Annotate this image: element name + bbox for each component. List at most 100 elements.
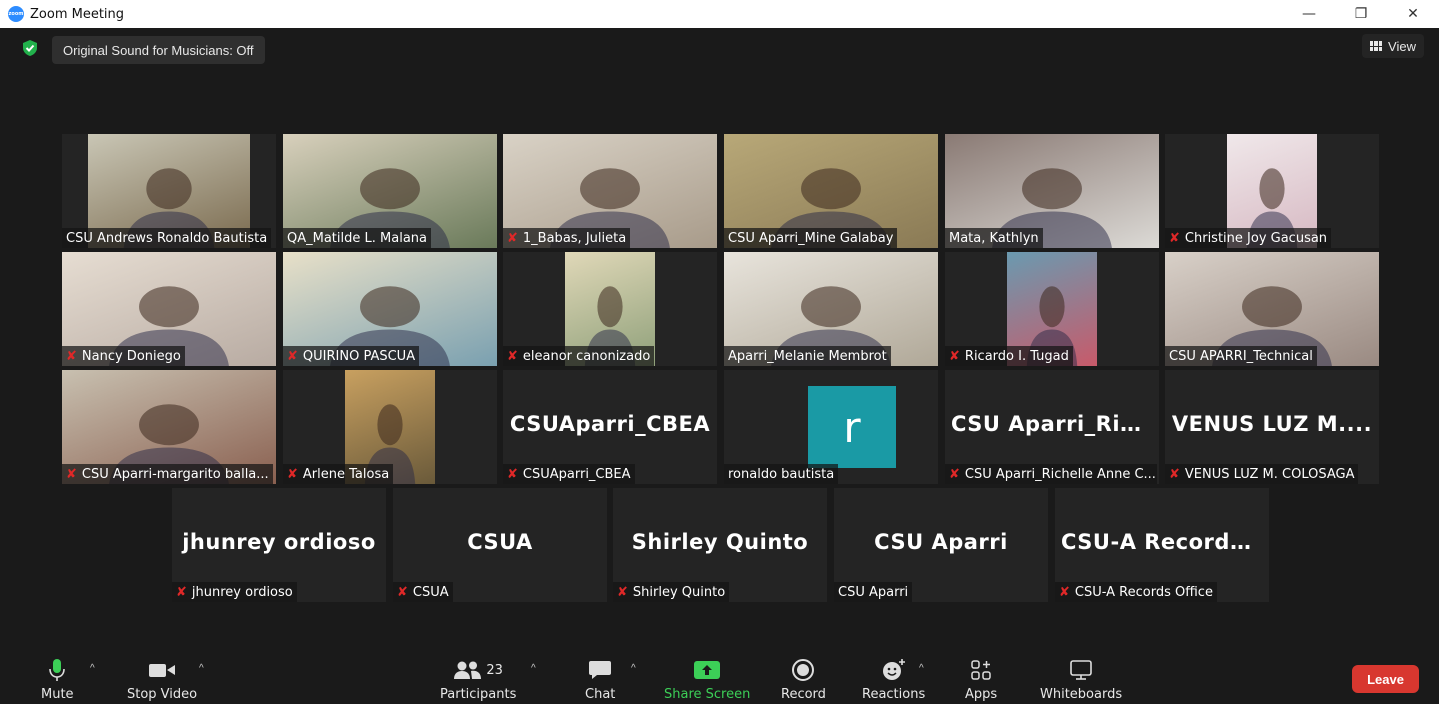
reactions-button[interactable]: Reactions: [862, 657, 925, 702]
video-options-caret-icon[interactable]: ^: [199, 663, 204, 674]
participant-name: Nancy Doniego: [81, 348, 181, 364]
participant-name: Shirley Quinto: [632, 584, 726, 600]
whiteboards-button[interactable]: Whiteboards: [1040, 657, 1122, 702]
meeting-area: Original Sound for Musicians: Off View C…: [7, 28, 1432, 704]
participant-name-tag: ronaldo bautista: [724, 464, 839, 484]
chat-button[interactable]: Chat: [585, 657, 615, 702]
muted-microphone-icon: ✘: [287, 466, 298, 482]
participant-tile[interactable]: CSU Andrews Ronaldo Bautista: [62, 134, 276, 248]
participant-tile[interactable]: CSU APARRI_Technical: [1165, 252, 1379, 366]
participant-name: CSU Aparri: [838, 584, 909, 600]
participant-tile[interactable]: jhunrey ordioso ✘ jhunrey ordioso: [172, 488, 386, 602]
close-icon[interactable]: ✕: [1387, 0, 1439, 28]
participant-name: Mata, Kathlyn: [949, 230, 1039, 246]
participant-name-tag: ✘ 1_Babas, Julieta: [503, 228, 631, 248]
participant-name-tag: ✘ Nancy Doniego: [62, 346, 185, 366]
participant-name-tag: CSU Aparri: [834, 582, 913, 602]
muted-microphone-icon: ✘: [1169, 466, 1180, 482]
participant-name-tag: ✘ CSU Aparri_Richelle Anne C...: [945, 464, 1157, 484]
restore-icon[interactable]: ❐: [1335, 0, 1387, 28]
chat-caret-icon[interactable]: ^: [631, 663, 636, 674]
participant-name-tag: ✘ eleanor canonizado: [503, 346, 655, 366]
participants-icon: 23: [453, 657, 503, 683]
view-button[interactable]: View: [1362, 34, 1424, 58]
participant-tile[interactable]: ✘ CSU Aparri-margarito balla...: [62, 370, 276, 484]
participant-tile[interactable]: ✘ 1_Babas, Julieta: [503, 134, 717, 248]
participant-name: 1_Babas, Julieta: [522, 230, 627, 246]
participant-name-tag: CSU Aparri_Mine Galabay: [724, 228, 898, 248]
participant-tile[interactable]: CSU Aparri CSU Aparri: [834, 488, 1048, 602]
participant-name-tag: ✘ CSUA: [393, 582, 453, 602]
participant-name: CSU Aparri-margarito balla...: [81, 466, 269, 482]
window-title: Zoom Meeting: [30, 6, 125, 22]
participant-name: CSUA: [412, 584, 449, 600]
avatar: r: [808, 386, 896, 468]
record-button[interactable]: Record: [781, 657, 826, 702]
participant-tile[interactable]: CSU Aparri_Mine Galabay: [724, 134, 938, 248]
original-sound-button[interactable]: Original Sound for Musicians: Off: [52, 36, 265, 64]
participant-name: CSUAparri_CBEA: [522, 466, 631, 482]
smiley-plus-icon: [881, 657, 907, 683]
participant-tile[interactable]: ✘ Christine Joy Gacusan: [1165, 134, 1379, 248]
window-controls: — ❐ ✕: [1283, 0, 1439, 28]
participant-tile[interactable]: ✘ QUIRINO PASCUA: [283, 252, 497, 366]
whiteboard-icon: [1069, 657, 1093, 683]
participant-tile[interactable]: CSU Aparri_Ric... ✘ CSU Aparri_Richelle An…: [945, 370, 1159, 484]
participant-name: CSU-A Records Office: [1074, 584, 1213, 600]
view-label: View: [1388, 38, 1416, 54]
participant-name-tag: ✘ CSUAparri_CBEA: [503, 464, 635, 484]
title-bar: zoom Zoom Meeting — ❐ ✕: [0, 0, 1439, 28]
participant-name-tag: ✘ QUIRINO PASCUA: [283, 346, 420, 366]
participant-name: QUIRINO PASCUA: [302, 348, 416, 364]
security-shield-icon[interactable]: [21, 39, 39, 57]
participant-display-name: CSU Aparri_Ric...: [951, 412, 1159, 436]
apps-icon: [970, 657, 992, 683]
participant-name: Christine Joy Gacusan: [1184, 230, 1328, 246]
muted-microphone-icon: ✘: [507, 466, 518, 482]
participants-caret-icon[interactable]: ^: [531, 663, 536, 674]
participant-tile[interactable]: VENUS LUZ M.... ✘ VENUS LUZ M. COLOSAGA: [1165, 370, 1379, 484]
minimize-icon[interactable]: —: [1283, 0, 1335, 28]
apps-button[interactable]: Apps: [965, 657, 997, 702]
participant-display-name: CSUA: [467, 530, 533, 554]
participant-tile[interactable]: QA_Matilde L. Malana: [283, 134, 497, 248]
participant-tile[interactable]: r ronaldo bautista: [724, 370, 938, 484]
leave-button[interactable]: Leave: [1352, 665, 1419, 693]
participant-display-name: CSUAparri_CBEA: [509, 412, 711, 436]
participant-tile[interactable]: ✘ eleanor canonizado: [503, 252, 717, 366]
participant-name: ronaldo bautista: [728, 466, 835, 482]
participant-tile[interactable]: CSU-A Records... ✘ CSU-A Records Office: [1055, 488, 1269, 602]
grid-view-icon: [1370, 41, 1383, 51]
participant-tile[interactable]: ✘ Arlene Talosa: [283, 370, 497, 484]
participant-tile[interactable]: Shirley Quinto ✘ Shirley Quinto: [613, 488, 827, 602]
reactions-caret-icon[interactable]: ^: [919, 663, 924, 674]
participant-tile[interactable]: Aparri_Melanie Membrot: [724, 252, 938, 366]
participant-tile[interactable]: Mata, Kathlyn: [945, 134, 1159, 248]
participant-name: Aparri_Melanie Membrot: [728, 348, 887, 364]
share-screen-button[interactable]: Share Screen: [664, 657, 750, 702]
muted-microphone-icon: ✘: [507, 230, 518, 246]
participant-name-tag: ✘ VENUS LUZ M. COLOSAGA: [1165, 464, 1359, 484]
participant-name-tag: CSU Andrews Ronaldo Bautista: [62, 228, 272, 248]
audio-options-caret-icon[interactable]: ^: [90, 663, 95, 674]
muted-microphone-icon: ✘: [1059, 584, 1070, 600]
microphone-icon: [49, 657, 66, 683]
record-icon: [791, 657, 815, 683]
participant-tile[interactable]: ✘ Nancy Doniego: [62, 252, 276, 366]
participant-tile[interactable]: CSUA ✘ CSUA: [393, 488, 607, 602]
participant-display-name: CSU-A Records...: [1061, 530, 1269, 554]
participant-tile[interactable]: CSUAparri_CBEA ✘ CSUAparri_CBEA: [503, 370, 717, 484]
participant-name: jhunrey ordioso: [191, 584, 293, 600]
participant-name-tag: Mata, Kathlyn: [945, 228, 1043, 248]
participant-name-tag: ✘ jhunrey ordioso: [172, 582, 297, 602]
participant-name-tag: Aparri_Melanie Membrot: [724, 346, 891, 366]
participant-name: CSU Andrews Ronaldo Bautista: [66, 230, 268, 246]
participants-button[interactable]: 23 Participants: [440, 657, 516, 702]
mute-button[interactable]: Mute: [41, 657, 74, 702]
participant-display-name: CSU Aparri: [874, 530, 1008, 554]
share-screen-icon: [694, 657, 721, 683]
participant-display-name: Shirley Quinto: [631, 530, 809, 554]
stop-video-button[interactable]: Stop Video: [127, 657, 197, 702]
participant-tile[interactable]: ✘ Ricardo I. Tugad: [945, 252, 1159, 366]
muted-microphone-icon: ✘: [66, 466, 77, 482]
